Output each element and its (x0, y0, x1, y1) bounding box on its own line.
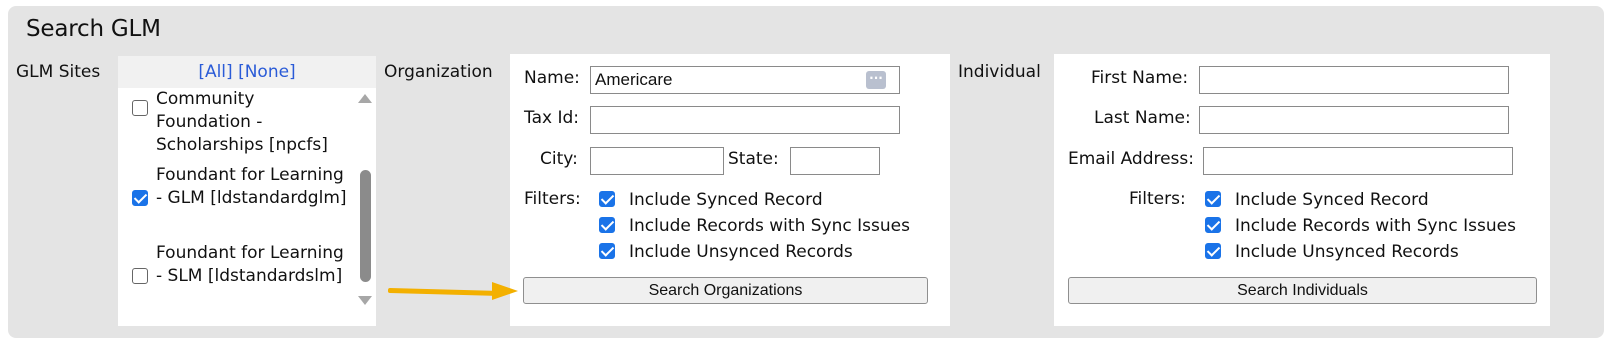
scrollbar-thumb[interactable] (360, 170, 371, 282)
ind-filter-unsynced-label: Include Unsynced Records (1235, 242, 1459, 262)
site-checkbox-ldstandardglm[interactable] (132, 190, 148, 206)
search-individuals-button[interactable]: Search Individuals (1068, 277, 1537, 304)
org-filters-label: Filters: (524, 189, 581, 209)
state-input[interactable] (790, 147, 880, 175)
ind-filter-sync-issues-checkbox[interactable] (1205, 217, 1221, 233)
first-name-input[interactable] (1199, 66, 1509, 94)
ind-filter-sync-issues-label: Include Records with Sync Issues (1235, 216, 1516, 236)
ind-filter-synced-checkbox[interactable] (1205, 191, 1221, 207)
tax-id-label: Tax Id: (524, 108, 579, 128)
org-name-input[interactable] (590, 66, 900, 94)
site-checkbox-npcfs[interactable] (132, 100, 148, 116)
site-label-npcfs: Community Foundation - Scholarships [npc… (156, 89, 328, 155)
org-filter-unsynced-label: Include Unsynced Records (629, 242, 853, 262)
search-organizations-button[interactable]: Search Organizations (523, 277, 928, 304)
glm-sites-label: GLM Sites (16, 62, 101, 82)
ind-filters-label: Filters: (1129, 189, 1186, 209)
city-label: City: (540, 149, 578, 169)
tax-id-input[interactable] (590, 106, 900, 134)
annotation-arrowhead-icon (492, 282, 518, 300)
site-checkbox-ldstandardslm[interactable] (132, 268, 148, 284)
org-name-label: Name: (524, 68, 580, 88)
email-label: Email Address: (1068, 149, 1194, 169)
org-filter-sync-issues-checkbox[interactable] (599, 217, 615, 233)
select-all-link[interactable]: [All] (198, 62, 232, 82)
org-filter-unsynced-checkbox[interactable] (599, 243, 615, 259)
org-filter-sync-issues-label: Include Records with Sync Issues (629, 216, 910, 236)
city-input[interactable] (590, 147, 724, 175)
email-input[interactable] (1203, 147, 1513, 175)
org-filter-synced-label: Include Synced Record (629, 190, 823, 210)
org-filter-synced-checkbox[interactable] (599, 191, 615, 207)
scroll-up-icon[interactable] (358, 94, 372, 103)
ellipsis-icon[interactable]: ··· (866, 71, 886, 89)
sites-select-links: [All] [None] (118, 56, 376, 88)
individual-label: Individual (958, 62, 1041, 82)
last-name-input[interactable] (1199, 106, 1509, 134)
state-label: State: (728, 149, 779, 169)
select-none-link[interactable]: [None] (238, 62, 296, 82)
sites-list[interactable]: Community Foundation - Scholarships [npc… (118, 88, 376, 326)
page-title: Search GLM (26, 16, 161, 42)
last-name-label: Last Name: (1094, 108, 1191, 128)
site-label-ldstandardglm: Foundant for Learning - GLM [ldstandardg… (156, 165, 347, 208)
site-label-ldstandardslm: Foundant for Learning - SLM [ldstandards… (156, 243, 344, 286)
organization-label: Organization (384, 62, 493, 82)
ind-filter-synced-label: Include Synced Record (1235, 190, 1429, 210)
ind-filter-unsynced-checkbox[interactable] (1205, 243, 1221, 259)
first-name-label: First Name: (1091, 68, 1189, 88)
scroll-down-icon[interactable] (358, 296, 372, 305)
